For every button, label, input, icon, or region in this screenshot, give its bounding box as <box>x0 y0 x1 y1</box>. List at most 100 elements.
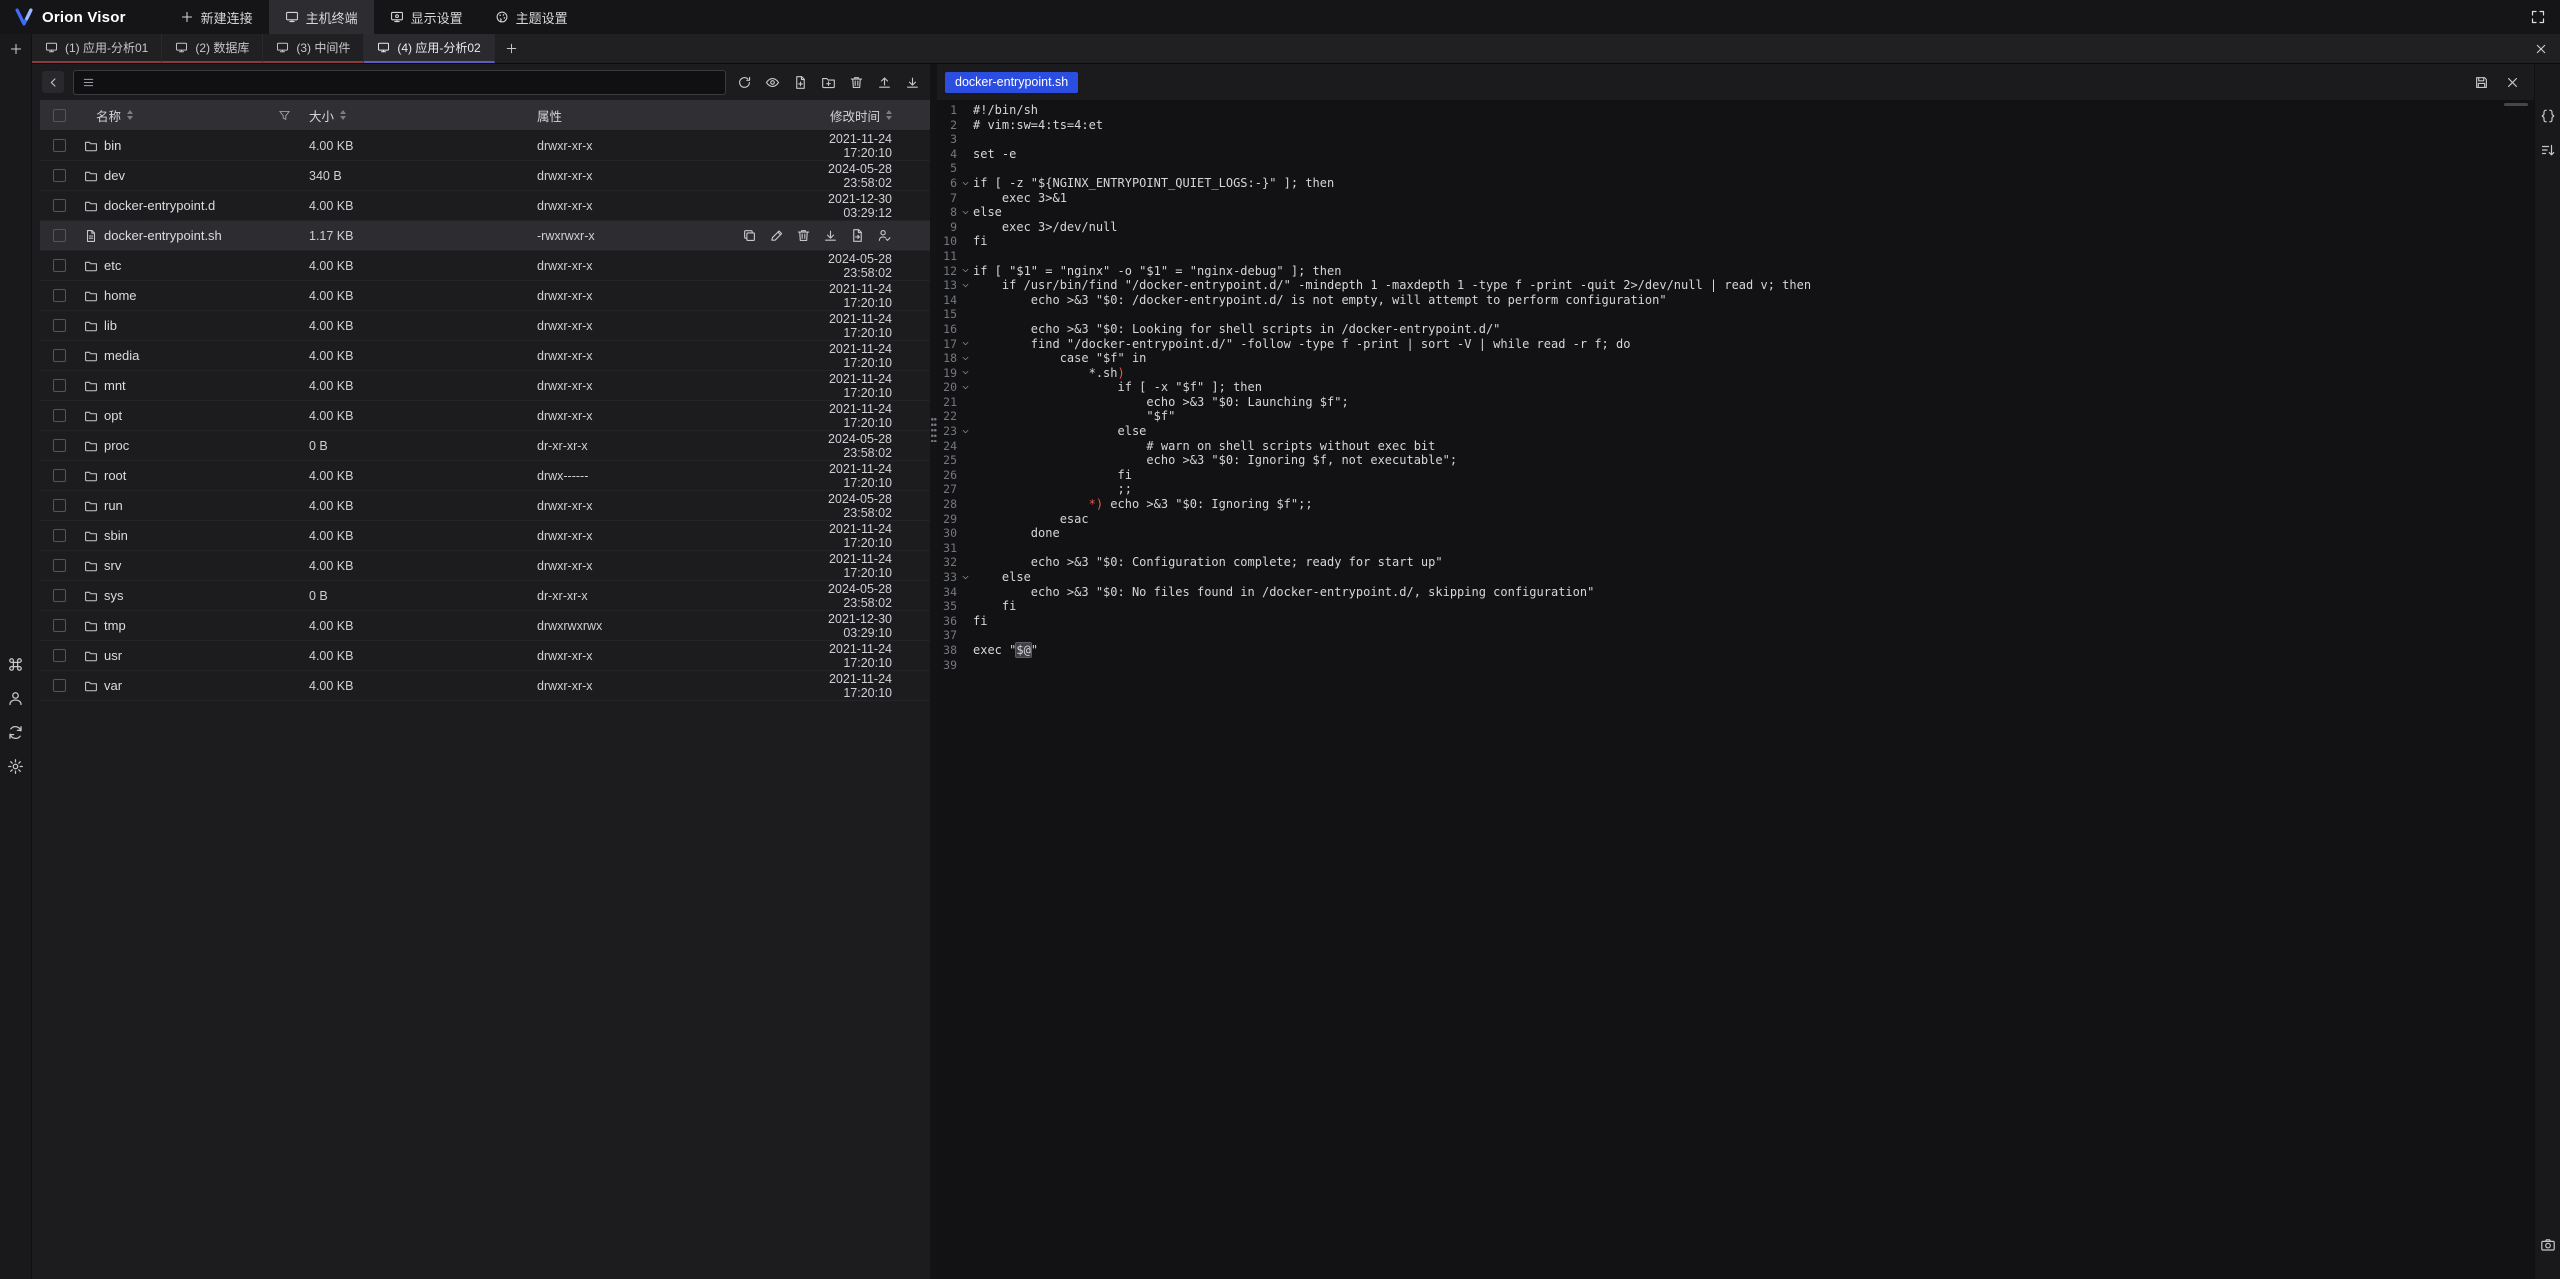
row-checkbox[interactable] <box>53 349 66 362</box>
row-checkbox[interactable] <box>53 469 66 482</box>
fold-toggle-icon[interactable] <box>957 453 973 468</box>
fold-toggle-icon[interactable] <box>957 439 973 454</box>
fold-toggle-icon[interactable] <box>957 468 973 483</box>
terminal-tab[interactable]: (3) 中间件 <box>263 34 364 63</box>
fold-toggle-icon[interactable] <box>957 118 973 133</box>
fold-toggle-icon[interactable] <box>957 628 973 643</box>
table-row[interactable]: proc 0 B dr-xr-xr-x 2024-05-28 23:58:02 <box>40 431 930 461</box>
table-row[interactable]: srv 4.00 KB drwxr-xr-x 2021-11-24 17:20:… <box>40 551 930 581</box>
fold-toggle-icon[interactable] <box>957 322 973 337</box>
menu-item-4[interactable]: 主题设置 <box>479 0 584 34</box>
row-checkbox[interactable] <box>53 499 66 512</box>
add-tab-button[interactable] <box>495 34 529 63</box>
row-checkbox[interactable] <box>53 139 66 152</box>
back-button[interactable] <box>42 71 64 93</box>
trash-icon[interactable] <box>849 75 864 90</box>
camera-icon[interactable] <box>2535 1237 2560 1253</box>
row-checkbox[interactable] <box>53 319 66 332</box>
row-checkbox[interactable] <box>53 679 66 692</box>
fold-toggle-icon[interactable] <box>957 614 973 629</box>
editor-tab[interactable]: docker-entrypoint.sh <box>945 72 1078 93</box>
copy-icon[interactable] <box>742 228 757 243</box>
row-checkbox[interactable] <box>53 229 66 242</box>
fold-toggle-icon[interactable] <box>957 264 973 279</box>
column-header-name[interactable]: 名称 <box>78 106 303 125</box>
fold-toggle-icon[interactable] <box>957 526 973 541</box>
table-row[interactable]: lib 4.00 KB drwxr-xr-x 2021-11-24 17:20:… <box>40 311 930 341</box>
save-icon[interactable] <box>2474 75 2489 90</box>
fold-toggle-icon[interactable] <box>957 351 973 366</box>
row-checkbox[interactable] <box>53 649 66 662</box>
sort-icon[interactable] <box>2540 142 2556 158</box>
fold-toggle-icon[interactable] <box>957 132 973 147</box>
row-checkbox[interactable] <box>53 559 66 572</box>
row-checkbox[interactable] <box>53 169 66 182</box>
fold-toggle-icon[interactable] <box>957 424 973 439</box>
row-checkbox[interactable] <box>53 259 66 272</box>
terminal-tab[interactable]: (1) 应用-分析01 <box>32 34 162 63</box>
fold-toggle-icon[interactable] <box>957 497 973 512</box>
fold-toggle-icon[interactable] <box>957 395 973 410</box>
table-row[interactable]: media 4.00 KB drwxr-xr-x 2021-11-24 17:2… <box>40 341 930 371</box>
table-row[interactable]: home 4.00 KB drwxr-xr-x 2021-11-24 17:20… <box>40 281 930 311</box>
table-row[interactable]: opt 4.00 KB drwxr-xr-x 2021-11-24 17:20:… <box>40 401 930 431</box>
row-checkbox[interactable] <box>53 379 66 392</box>
sort-carets[interactable] <box>340 110 346 120</box>
menu-item-3[interactable]: 显示设置 <box>374 0 479 34</box>
eye-icon[interactable] <box>765 75 780 90</box>
fold-toggle-icon[interactable] <box>957 293 973 308</box>
filter-icon[interactable] <box>278 109 291 122</box>
sync-icon[interactable] <box>7 724 24 741</box>
fold-toggle-icon[interactable] <box>957 555 973 570</box>
table-row[interactable]: sys 0 B dr-xr-xr-x 2024-05-28 23:58:02 <box>40 581 930 611</box>
scrollbar-thumb[interactable] <box>2504 103 2528 106</box>
fold-toggle-icon[interactable] <box>957 103 973 118</box>
table-row[interactable]: docker-entrypoint.d 4.00 KB drwxr-xr-x 2… <box>40 191 930 221</box>
panel-splitter[interactable] <box>930 64 937 1279</box>
table-row[interactable]: etc 4.00 KB drwxr-xr-x 2024-05-28 23:58:… <box>40 251 930 281</box>
fold-toggle-icon[interactable] <box>957 585 973 600</box>
command-icon[interactable] <box>7 656 24 673</box>
download-icon[interactable] <box>823 228 838 243</box>
terminal-tab[interactable]: (4) 应用-分析02 <box>364 34 494 63</box>
close-panel-icon[interactable] <box>2522 34 2560 63</box>
table-row[interactable]: mnt 4.00 KB drwxr-xr-x 2021-11-24 17:20:… <box>40 371 930 401</box>
fold-toggle-icon[interactable] <box>957 191 973 206</box>
menu-item-2[interactable]: 主机终端 <box>269 0 374 34</box>
row-checkbox[interactable] <box>53 589 66 602</box>
fold-toggle-icon[interactable] <box>957 337 973 352</box>
close-icon[interactable] <box>2505 75 2520 90</box>
fold-toggle-icon[interactable] <box>957 307 973 322</box>
user-icon[interactable] <box>7 690 24 707</box>
file-add-icon[interactable] <box>793 75 808 90</box>
fold-toggle-icon[interactable] <box>957 234 973 249</box>
trash-icon[interactable] <box>796 228 811 243</box>
refresh-icon[interactable] <box>737 75 752 90</box>
column-header-mtime[interactable]: 修改时间 <box>779 106 930 125</box>
new-tab-plus-icon[interactable] <box>0 34 31 64</box>
menu-item-1[interactable]: 新建连接 <box>164 0 269 34</box>
path-input[interactable] <box>73 70 726 95</box>
row-checkbox[interactable] <box>53 289 66 302</box>
fold-toggle-icon[interactable] <box>957 409 973 424</box>
edit-icon[interactable] <box>769 228 784 243</box>
fold-toggle-icon[interactable] <box>957 380 973 395</box>
table-row[interactable]: usr 4.00 KB drwxr-xr-x 2021-11-24 17:20:… <box>40 641 930 671</box>
fold-toggle-icon[interactable] <box>957 366 973 381</box>
select-all-checkbox[interactable] <box>53 109 66 122</box>
table-row[interactable]: var 4.00 KB drwxr-xr-x 2021-11-24 17:20:… <box>40 671 930 701</box>
terminal-tab[interactable]: (2) 数据库 <box>162 34 263 63</box>
column-header-size[interactable]: 大小 <box>303 106 531 125</box>
fold-toggle-icon[interactable] <box>957 220 973 235</box>
row-checkbox[interactable] <box>53 199 66 212</box>
folder-add-icon[interactable] <box>821 75 836 90</box>
download-icon[interactable] <box>905 75 920 90</box>
fold-toggle-icon[interactable] <box>957 599 973 614</box>
fold-toggle-icon[interactable] <box>957 541 973 556</box>
fold-toggle-icon[interactable] <box>957 482 973 497</box>
fold-toggle-icon[interactable] <box>957 205 973 220</box>
braces-icon[interactable] <box>2540 108 2556 124</box>
sort-carets[interactable] <box>127 110 133 120</box>
table-row[interactable]: docker-entrypoint.sh 1.17 KB -rwxrwxr-x <box>40 221 930 251</box>
row-checkbox[interactable] <box>53 529 66 542</box>
